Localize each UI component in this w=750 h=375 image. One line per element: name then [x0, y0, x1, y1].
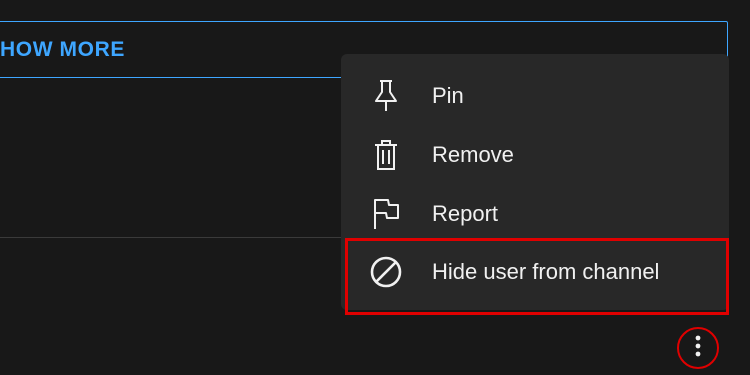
menu-item-pin[interactable]: Pin [341, 67, 729, 125]
flag-icon [369, 197, 403, 231]
highlight-annotation [345, 238, 729, 315]
trash-icon [369, 138, 403, 172]
divider [0, 237, 345, 238]
menu-item-label: Remove [432, 142, 514, 167]
menu-item-label: Pin [432, 83, 464, 108]
comment-section: HOW MORE Pin Remove Report Hide user fro… [0, 0, 750, 375]
show-more-label: HOW MORE [0, 38, 125, 61]
menu-item-report[interactable]: Report [341, 185, 729, 243]
pin-icon [369, 79, 403, 113]
menu-item-remove[interactable]: Remove [341, 126, 729, 184]
more-actions-button[interactable] [677, 327, 719, 369]
more-vertical-icon [694, 334, 702, 363]
menu-item-label: Report [432, 201, 499, 226]
